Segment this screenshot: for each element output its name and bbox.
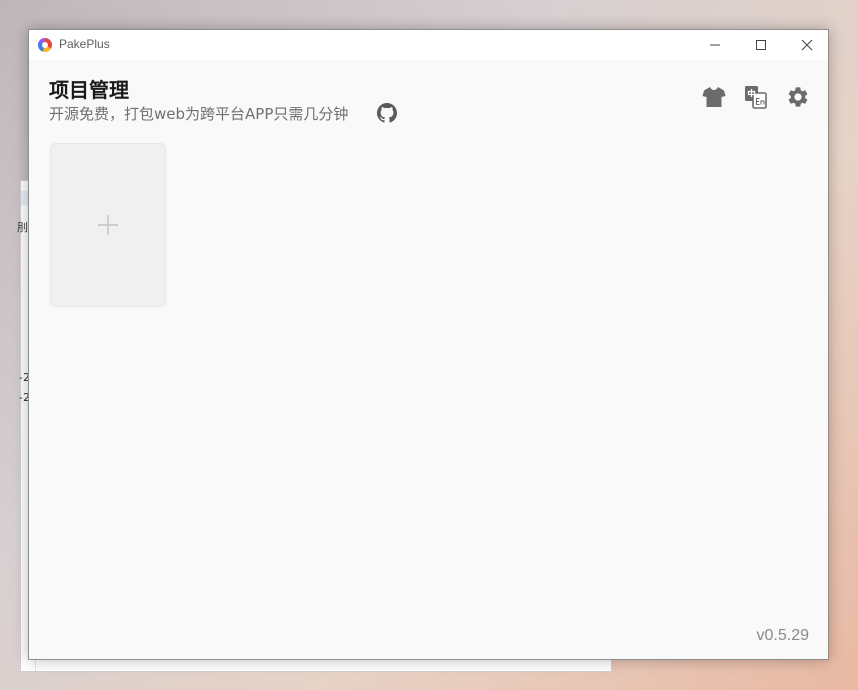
app-logo-icon xyxy=(38,38,52,52)
maximize-button[interactable] xyxy=(738,30,784,60)
page-subtitle: 开源免费，打包web为跨平台APP只需几分钟 xyxy=(49,105,349,123)
title-bar[interactable]: PakePlus xyxy=(29,30,828,60)
plus-icon xyxy=(98,215,118,235)
translate-icon xyxy=(745,86,767,109)
window-title: PakePlus xyxy=(59,37,110,51)
version-label: v0.5.29 xyxy=(756,627,809,644)
minimize-icon xyxy=(710,44,720,46)
close-icon xyxy=(801,39,813,51)
tshirt-icon xyxy=(702,87,726,107)
app-window: PakePlus 项目管理 开源免费，打包web为跨平台APP只需几分钟 v0.… xyxy=(28,29,829,660)
page-title: 项目管理 xyxy=(49,78,129,102)
close-button[interactable] xyxy=(784,30,830,60)
add-project-card[interactable] xyxy=(50,143,166,307)
language-button[interactable] xyxy=(743,84,769,110)
github-icon[interactable] xyxy=(377,103,397,123)
background-window-text: 刖 xyxy=(17,221,28,234)
settings-button[interactable] xyxy=(785,84,811,110)
minimize-button[interactable] xyxy=(692,30,738,60)
maximize-icon xyxy=(756,40,766,50)
gear-icon xyxy=(788,87,808,107)
theme-button[interactable] xyxy=(701,84,727,110)
